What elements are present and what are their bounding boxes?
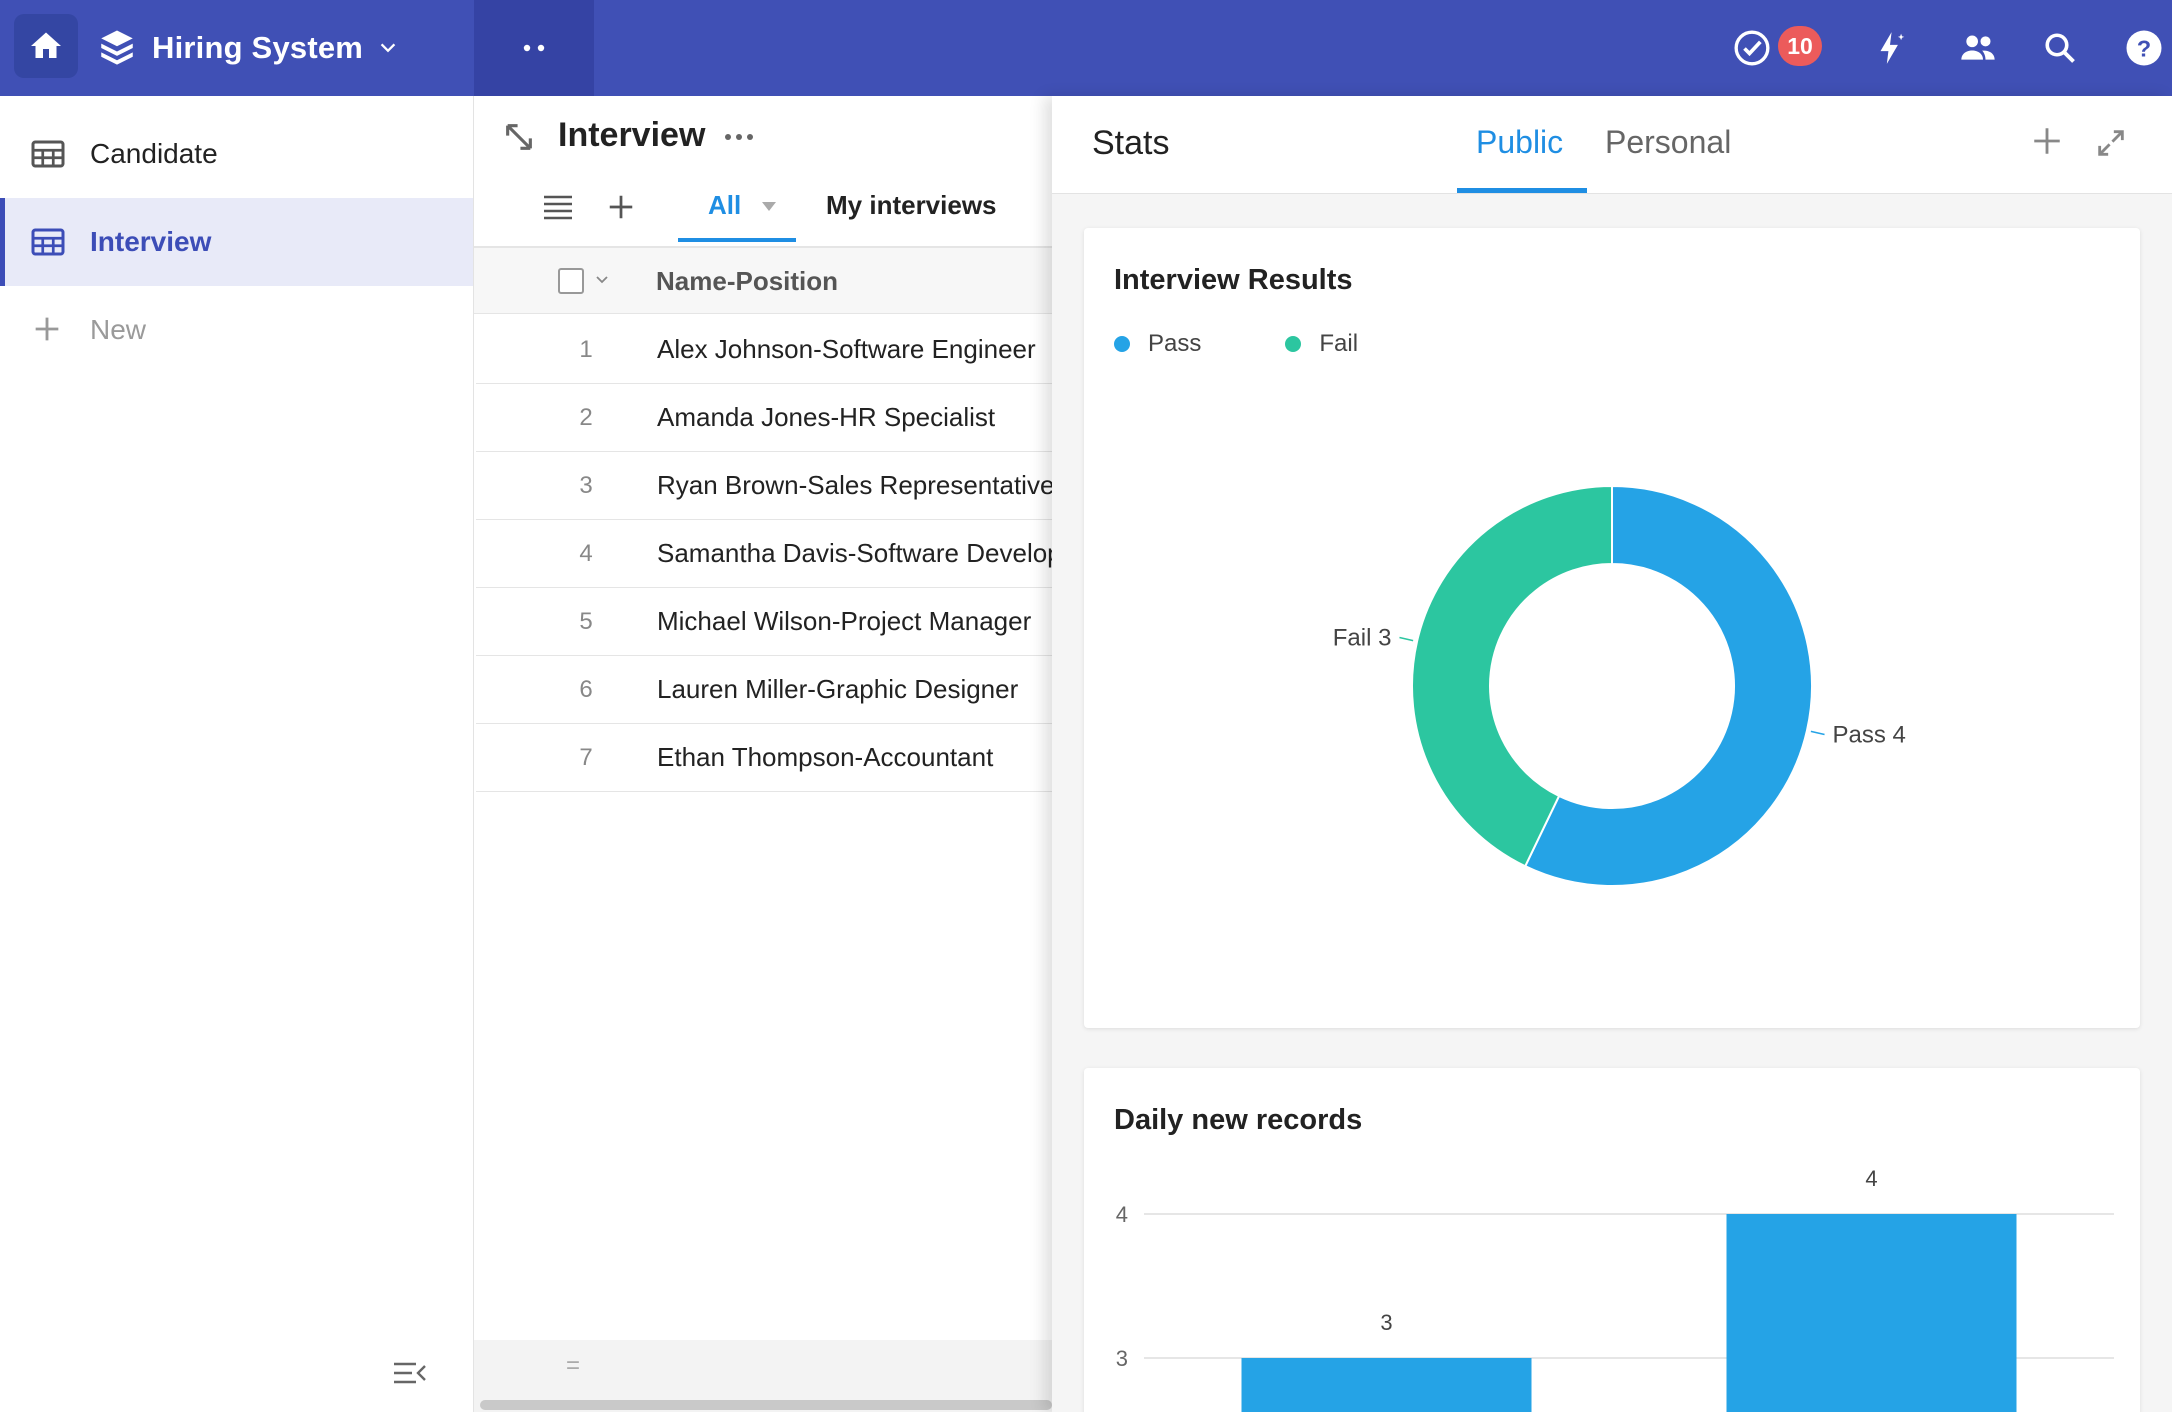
sidebar: Candidate Interview New — [0, 96, 474, 1412]
donut-chart: Pass 4 Fail 3 — [1333, 484, 1906, 887]
table-row[interactable]: 4 Samantha Davis-Software Developer — [476, 520, 1052, 588]
y-tick-label: 3 — [1116, 1346, 1128, 1371]
view-title: Interview — [558, 116, 706, 154]
row-number: 5 — [579, 608, 593, 635]
row-name-position[interactable]: Amanda Jones-HR Specialist — [657, 402, 995, 433]
menu-list-icon[interactable] — [542, 194, 574, 220]
tasks-icon-wrap[interactable] — [1728, 24, 1776, 72]
row-number: 4 — [579, 540, 593, 567]
users-icon — [1961, 35, 1995, 60]
automation-button[interactable] — [1866, 24, 1914, 72]
diagonal-expand-icon[interactable] — [502, 120, 536, 154]
row-number: 2 — [579, 404, 593, 431]
bar[interactable] — [1241, 1358, 1532, 1412]
sidebar-new-label: New — [90, 314, 147, 345]
sidebar-item-label: Interview — [90, 226, 212, 257]
tab-public[interactable]: Public — [1476, 124, 1563, 161]
lightning-sparkle-icon — [1880, 32, 1905, 64]
table-header: Name-Position — [474, 246, 1052, 314]
column-header-name-position[interactable]: Name-Position — [656, 266, 838, 297]
bar[interactable] — [1726, 1214, 2017, 1412]
sidebar-new-button[interactable]: New — [0, 286, 473, 374]
app-title: Hiring System — [152, 30, 364, 65]
stats-title: Stats — [1092, 124, 1170, 162]
tab-dropdown-icon[interactable] — [760, 200, 778, 212]
add-view-icon[interactable] — [606, 192, 636, 222]
tab-my-interviews[interactable]: My interviews — [826, 190, 997, 221]
table-row[interactable]: 6 Lauren Miller-Graphic Designer — [476, 656, 1052, 724]
check-circle-icon — [1734, 30, 1770, 66]
top-bar: Hiring System 10 ? — [0, 0, 2172, 96]
home-icon — [31, 32, 61, 58]
y-tick-label: 4 — [1116, 1202, 1128, 1227]
more-apps-button[interactable] — [474, 0, 594, 96]
row-name-position[interactable]: Alex Johnson-Software Engineer — [657, 334, 1036, 365]
more-options-icon[interactable] — [724, 132, 754, 142]
search-button[interactable] — [2036, 24, 2084, 72]
slice-leader-line — [1810, 730, 1825, 736]
stats-panel: Stats Public Personal Interview Results … — [1052, 96, 2172, 1412]
row-name-position[interactable]: Michael Wilson-Project Manager — [657, 606, 1031, 637]
chevron-down-icon[interactable] — [594, 272, 610, 286]
slice-label: Pass 4 — [1833, 722, 1906, 749]
bar-value-label: 3 — [1380, 1310, 1392, 1335]
row-name-position[interactable]: Lauren Miller-Graphic Designer — [657, 674, 1018, 705]
app-switcher[interactable]: Hiring System — [96, 22, 399, 74]
home-button[interactable] — [14, 14, 78, 78]
row-name-position[interactable]: Ryan Brown-Sales Representative — [657, 470, 1052, 501]
footer-summary[interactable]: = — [566, 1352, 580, 1380]
sidebar-item-interview[interactable]: Interview — [0, 198, 473, 286]
active-tab-underline — [1457, 188, 1587, 193]
table-row[interactable]: 5 Michael Wilson-Project Manager — [476, 588, 1052, 656]
row-number: 1 — [579, 336, 593, 363]
table-row[interactable]: 7 Ethan Thompson-Accountant — [476, 724, 1052, 792]
collapse-sidebar-icon[interactable] — [392, 1358, 428, 1388]
members-button[interactable] — [1954, 24, 2002, 72]
row-number: 3 — [579, 472, 593, 499]
sidebar-item-candidate[interactable]: Candidate — [0, 110, 473, 198]
table-row[interactable]: 1 Alex Johnson-Software Engineer — [476, 316, 1052, 384]
select-all-checkbox[interactable] — [558, 268, 584, 294]
chevron-down-icon — [380, 43, 396, 53]
search-icon — [2045, 33, 2075, 63]
add-chart-icon[interactable] — [2030, 124, 2064, 158]
active-tab-underline — [678, 238, 796, 242]
table-view: Interview All My interviews Name-Positio… — [474, 96, 1052, 1412]
help-icon: ? — [2126, 30, 2162, 66]
plus-icon — [35, 317, 59, 341]
table-row[interactable]: 3 Ryan Brown-Sales Representative — [476, 452, 1052, 520]
stats-header: Stats Public Personal — [1052, 96, 2172, 194]
chart-card-daily-new-records: Daily new records 3434 — [1084, 1068, 2140, 1412]
horizontal-scrollbar[interactable] — [480, 1400, 1052, 1410]
svg-text:?: ? — [2137, 35, 2151, 61]
help-button[interactable]: ? — [2120, 24, 2168, 72]
notification-badge[interactable]: 10 — [1778, 26, 1822, 66]
tab-personal[interactable]: Personal — [1605, 124, 1731, 161]
row-name-position[interactable]: Ethan Thompson-Accountant — [657, 742, 993, 773]
row-number: 7 — [579, 744, 593, 771]
table-grid-icon — [31, 140, 65, 168]
chart-card-interview-results: Interview Results Pass Fail Pass 4 Fail 3 — [1084, 228, 2140, 1028]
tab-all[interactable]: All — [708, 190, 741, 221]
app-logo-icon — [101, 30, 133, 65]
row-name-position[interactable]: Samantha Davis-Software Developer — [657, 538, 1052, 569]
more-dots-icon — [523, 44, 545, 52]
fullscreen-icon[interactable] — [2094, 126, 2128, 160]
slice-leader-line — [1399, 636, 1414, 642]
table-row[interactable]: 2 Amanda Jones-HR Specialist — [476, 384, 1052, 452]
sidebar-item-label: Candidate — [90, 138, 218, 169]
table-grid-icon — [31, 228, 65, 256]
row-number: 6 — [579, 676, 593, 703]
bar-value-label: 4 — [1865, 1166, 1877, 1191]
slice-label: Fail 3 — [1333, 624, 1392, 651]
bar-chart: 3 4 3 4 — [1116, 1166, 2114, 1412]
active-indicator — [0, 198, 5, 286]
